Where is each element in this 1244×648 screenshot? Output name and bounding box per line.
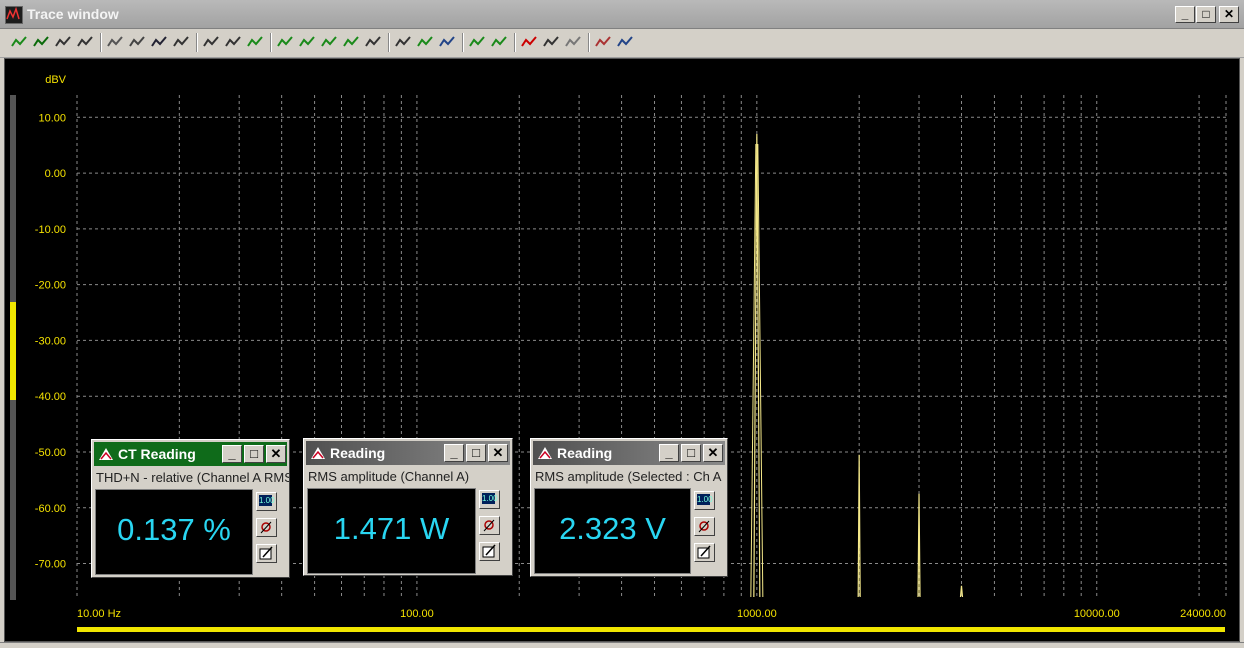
edit-button[interactable]	[479, 542, 500, 561]
panel-maximize-button[interactable]: □	[466, 444, 486, 462]
panel-display: 2.323 V	[534, 488, 691, 574]
panel-maximize-button[interactable]: □	[681, 444, 701, 462]
toolbar-separator	[100, 33, 102, 52]
reading-icon	[538, 447, 552, 459]
toolbar-separator	[462, 33, 464, 52]
panel-display: 0.137 %	[95, 489, 253, 575]
thd-reading-panel[interactable]: CT Reading _ □ ✕ THD+N - relative (Chann…	[91, 439, 290, 578]
settings-button[interactable]	[256, 518, 277, 537]
panel-minimize-button[interactable]: _	[444, 444, 464, 462]
toolbar-separator	[514, 33, 516, 52]
settings-button[interactable]	[694, 517, 715, 536]
peak-next-icon[interactable]	[276, 33, 294, 51]
copy-icon[interactable]	[76, 33, 94, 51]
scale-button[interactable]: 1.00	[479, 490, 500, 509]
marker-down-icon[interactable]	[490, 33, 508, 51]
panel-titlebar[interactable]: Reading _ □ ✕	[533, 441, 725, 465]
peak-both-icon[interactable]	[320, 33, 338, 51]
panel-minimize-button[interactable]: _	[222, 445, 242, 463]
panel-subtitle: THD+N - relative (Channel A RMS	[96, 470, 289, 485]
swap-icon[interactable]	[616, 33, 634, 51]
panel-maximize-button[interactable]: □	[244, 445, 264, 463]
zoom-box-icon[interactable]	[224, 33, 242, 51]
toolbar-separator	[588, 33, 590, 52]
add-trace-icon[interactable]	[10, 33, 28, 51]
scale-button[interactable]: 1.00	[256, 492, 277, 511]
compare-icon[interactable]	[542, 33, 560, 51]
overlay-icon[interactable]	[416, 33, 434, 51]
voltage-value: 2.323 V	[559, 511, 666, 546]
panel-close-button[interactable]: ✕	[266, 445, 286, 463]
status-strip	[0, 642, 1244, 648]
print-icon[interactable]	[128, 33, 146, 51]
peak-down-icon[interactable]	[342, 33, 360, 51]
settings-button[interactable]	[479, 516, 500, 535]
panel-subtitle: RMS amplitude (Channel A)	[308, 469, 470, 484]
panel-title: Reading	[330, 445, 386, 461]
window-title: Trace window	[27, 6, 119, 22]
average-icon[interactable]	[594, 33, 612, 51]
window-titlebar[interactable]: Trace window _ □ ✕	[0, 0, 1244, 29]
trace-window-icon	[5, 6, 23, 24]
panel-titlebar[interactable]: Reading _ □ ✕	[306, 441, 510, 465]
reading-icon	[311, 447, 325, 459]
zoom-fit-icon[interactable]	[202, 33, 220, 51]
x-scroll-bar[interactable]	[77, 627, 1225, 632]
thd-icon[interactable]	[520, 33, 538, 51]
panel-title: CT Reading	[118, 446, 196, 462]
panel-display: 1.471 W	[307, 488, 476, 574]
cursor-icon[interactable]	[438, 33, 456, 51]
save-icon[interactable]	[54, 33, 72, 51]
grid-icon[interactable]	[106, 33, 124, 51]
scale-button[interactable]: 1.00	[694, 491, 715, 510]
level-slider[interactable]	[10, 95, 16, 600]
thd-value: 0.137 %	[117, 512, 231, 547]
zoom-in-icon[interactable]	[364, 33, 382, 51]
toolbar-separator	[270, 33, 272, 52]
marker-up-icon[interactable]	[468, 33, 486, 51]
minimize-button[interactable]: _	[1175, 6, 1195, 23]
maximize-button[interactable]: □	[1196, 6, 1216, 23]
rms-power-panel[interactable]: Reading _ □ ✕ RMS amplitude (Channel A) …	[303, 438, 513, 576]
edit-button[interactable]	[694, 543, 715, 562]
table-icon[interactable]	[172, 33, 190, 51]
autoscale-icon[interactable]	[246, 33, 264, 51]
level-slider-thumb[interactable]	[10, 302, 16, 400]
peak-prev-icon[interactable]	[298, 33, 316, 51]
power-value: 1.471 W	[333, 511, 450, 546]
panel-subtitle: RMS amplitude (Selected : Ch A	[535, 469, 722, 484]
edit-button[interactable]	[256, 544, 277, 563]
properties-icon[interactable]	[150, 33, 168, 51]
panel-titlebar[interactable]: CT Reading _ □ ✕	[94, 442, 287, 466]
toolbar-separator	[196, 33, 198, 52]
panel-minimize-button[interactable]: _	[659, 444, 679, 462]
zoom-out-icon[interactable]	[394, 33, 412, 51]
remove-trace-icon[interactable]	[32, 33, 50, 51]
rms-voltage-panel[interactable]: Reading _ □ ✕ RMS amplitude (Selected : …	[530, 438, 728, 577]
reading-icon	[99, 448, 113, 460]
smooth-icon[interactable]	[564, 33, 582, 51]
close-button[interactable]: ✕	[1219, 6, 1239, 23]
toolbar	[0, 29, 1244, 58]
panel-title: Reading	[557, 445, 613, 461]
toolbar-separator	[388, 33, 390, 52]
panel-close-button[interactable]: ✕	[703, 444, 723, 462]
panel-close-button[interactable]: ✕	[488, 444, 508, 462]
